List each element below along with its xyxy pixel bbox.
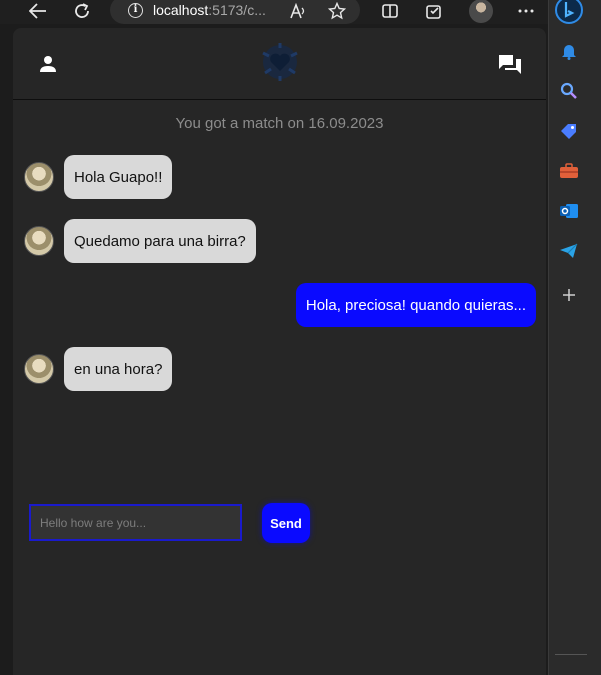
back-icon[interactable] — [28, 0, 48, 22]
browser-toolbar: i localhost:5173/c... — [0, 0, 548, 24]
message-input[interactable] — [29, 504, 242, 541]
search-icon[interactable] — [558, 80, 580, 102]
add-icon[interactable] — [558, 284, 580, 306]
split-screen-icon[interactable] — [380, 0, 400, 22]
message-row: en una hora? — [13, 347, 546, 391]
info-icon[interactable]: i — [128, 2, 143, 18]
outlook-icon[interactable] — [558, 200, 580, 222]
incoming-message-bubble: Hola Guapo!! — [64, 155, 173, 199]
incoming-message-bubble: en una hora? — [64, 347, 173, 391]
match-avatar[interactable] — [24, 226, 54, 256]
browser-sidebar — [548, 0, 601, 675]
outgoing-message-bubble: Hola, preciosa! quando quieras... — [295, 283, 536, 327]
read-aloud-icon[interactable] — [288, 0, 308, 22]
address-text: localhost:5173/c... — [153, 2, 266, 18]
telegram-icon[interactable] — [558, 240, 580, 262]
user-icon[interactable] — [38, 54, 58, 74]
profile-avatar[interactable] — [468, 0, 494, 23]
more-icon[interactable] — [516, 0, 536, 22]
message-row: Hola Guapo!! — [13, 155, 546, 199]
tag-icon[interactable] — [558, 120, 580, 142]
match-notice: You got a match on 16.09.2023 — [175, 115, 384, 132]
message-row: Quedamo para una birra? — [13, 219, 546, 263]
refresh-icon[interactable] — [72, 0, 92, 22]
chat-icon[interactable] — [498, 53, 522, 77]
address-bar[interactable]: i localhost:5173/c... — [110, 0, 360, 24]
sidebar-divider — [555, 654, 587, 655]
toolbox-icon[interactable] — [558, 160, 580, 182]
message-row: Hola, preciosa! quando quieras... — [13, 283, 546, 327]
extensions-icon[interactable] — [424, 0, 444, 22]
incoming-message-bubble: Quedamo para una birra? — [64, 219, 256, 263]
bing-icon[interactable] — [553, 0, 585, 24]
match-avatar[interactable] — [24, 162, 54, 192]
bell-icon[interactable] — [558, 40, 580, 62]
send-button[interactable]: Send — [262, 503, 310, 543]
chat-app: You got a match on 16.09.2023 Hola Guapo… — [13, 28, 546, 675]
logo-heart-icon — [259, 41, 301, 83]
match-avatar[interactable] — [24, 354, 54, 384]
favorite-star-icon[interactable] — [327, 0, 347, 22]
app-header — [13, 28, 546, 100]
